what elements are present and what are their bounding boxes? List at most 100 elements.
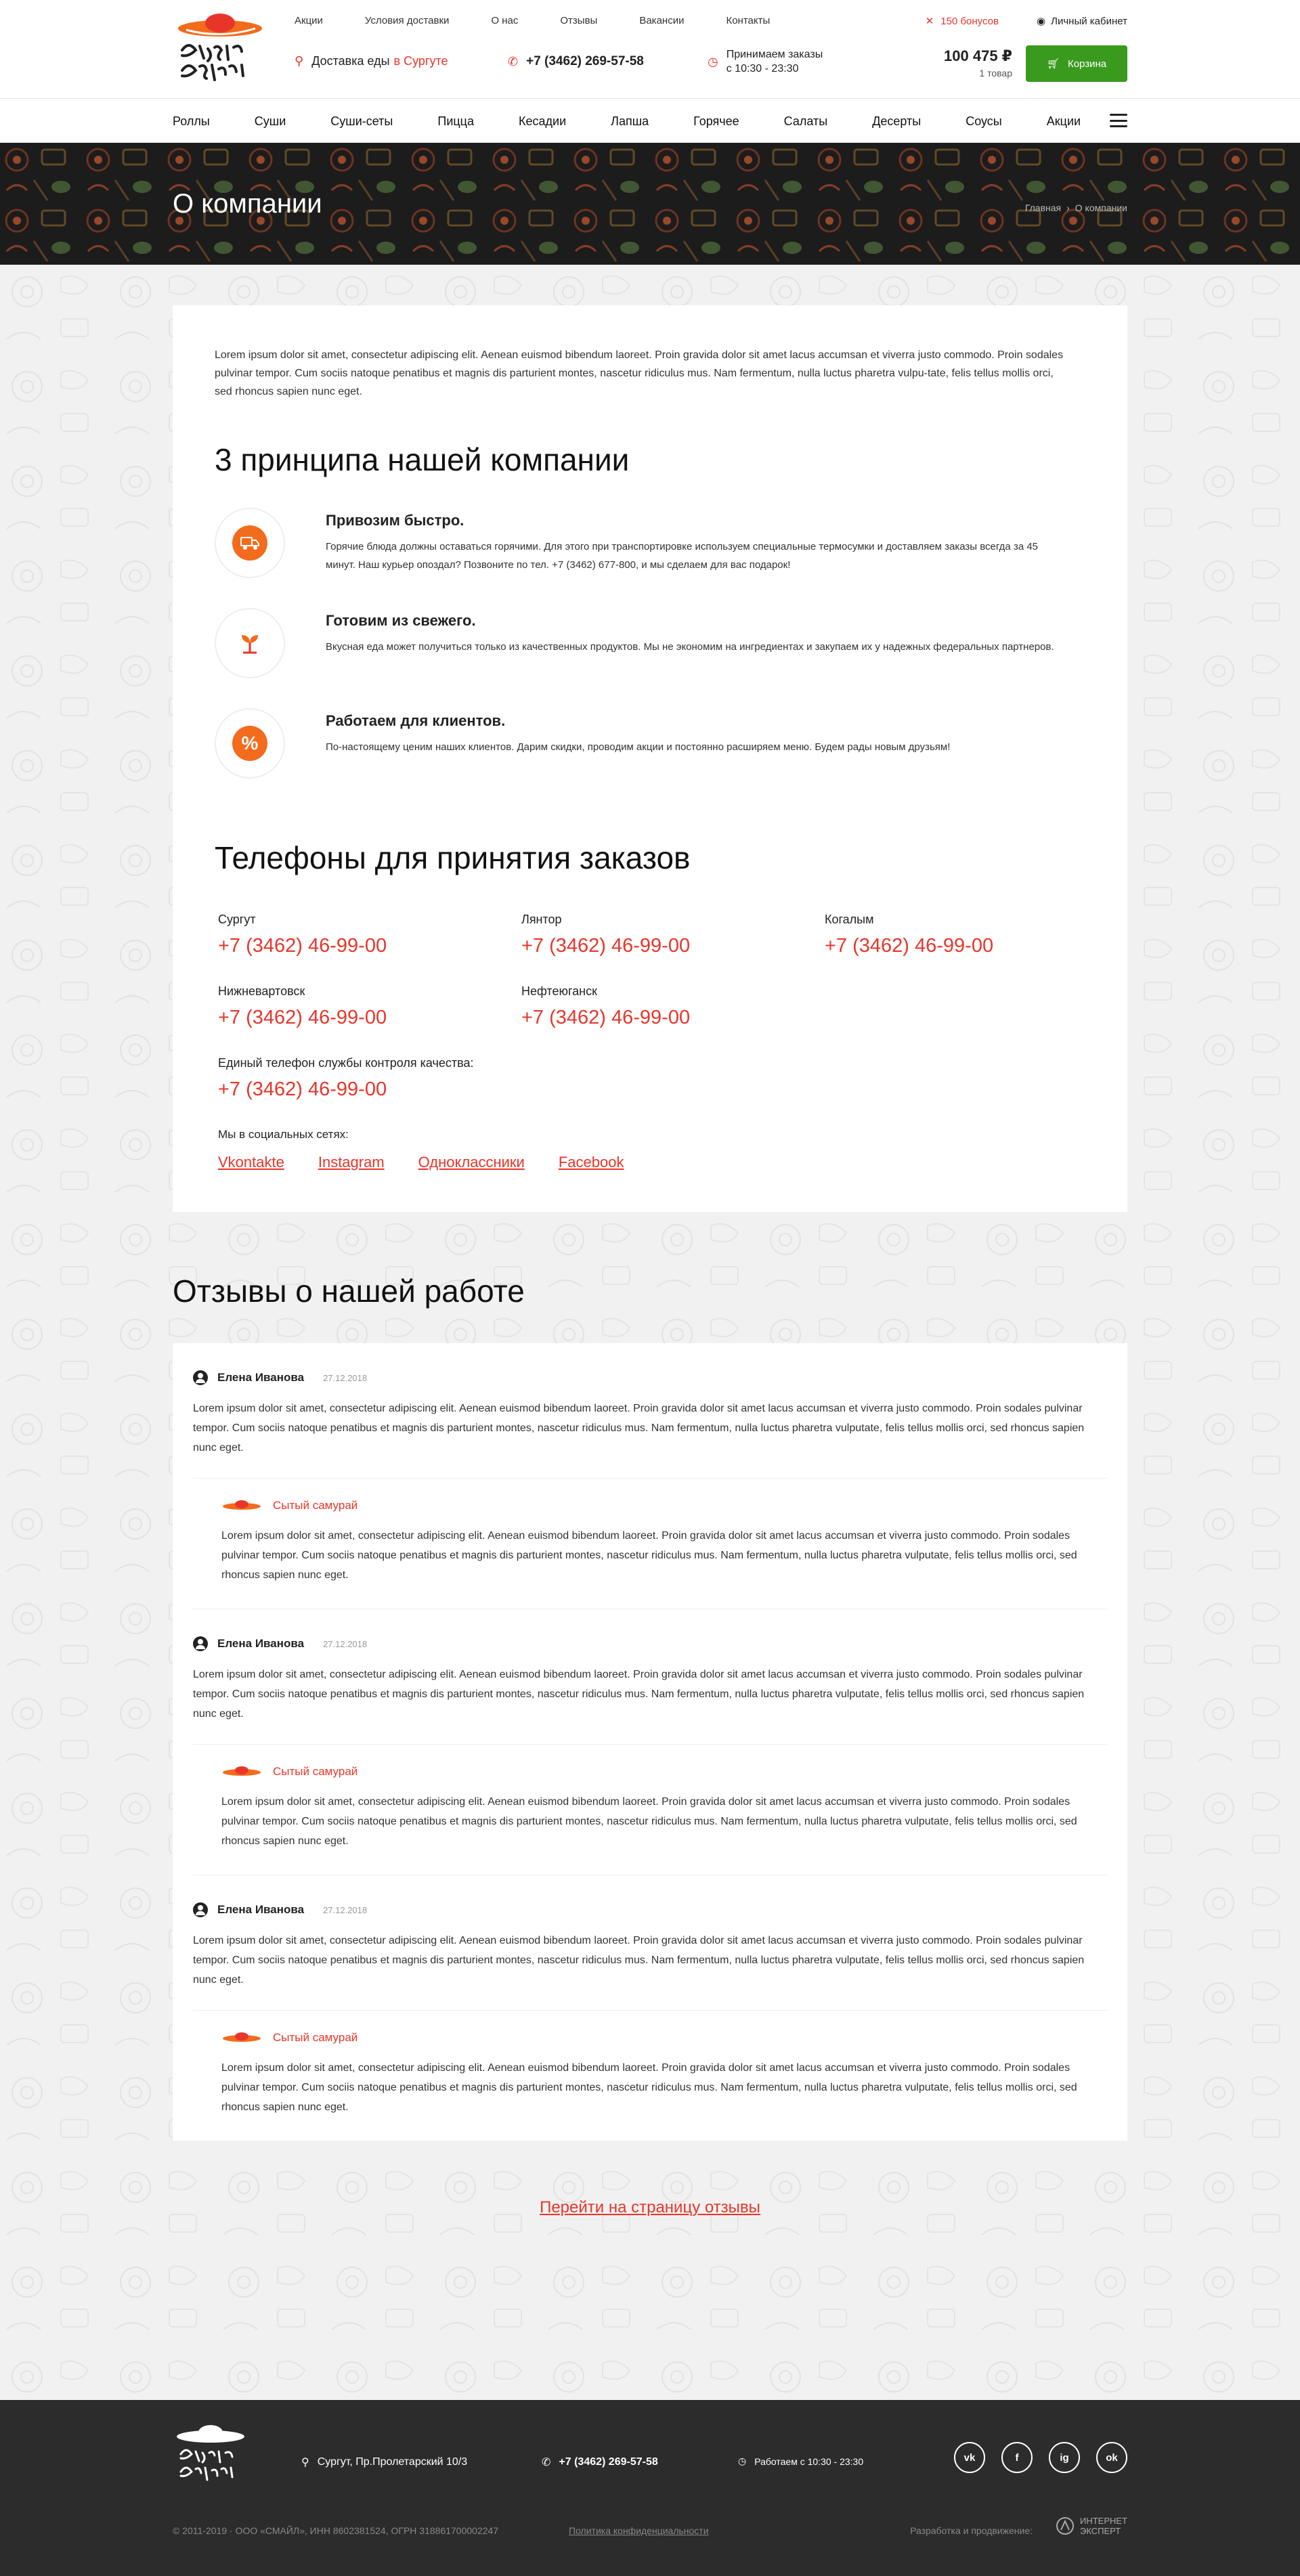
avatar-icon bbox=[193, 1902, 208, 1917]
phone-number[interactable]: +7 (3462) 46-99-00 bbox=[521, 1007, 825, 1029]
delivery-city-selector[interactable]: ⚲ Доставка еды в Сургуте bbox=[295, 54, 448, 68]
phone-entry: Когалым +7 (3462) 46-99-00 bbox=[825, 913, 1128, 957]
page-title: О компании bbox=[173, 189, 322, 219]
header-phone[interactable]: ✆ +7 (3462) 269-57-58 bbox=[508, 54, 644, 69]
principle-icon-frame: % bbox=[215, 708, 285, 779]
review-answer: Сытый самурай Lorem ipsum dolor sit amet… bbox=[193, 1478, 1107, 1585]
top-link-reviews[interactable]: Отзывы bbox=[560, 15, 597, 26]
avatar-icon bbox=[193, 1636, 208, 1651]
social-link-facebook[interactable]: Facebook bbox=[559, 1154, 624, 1171]
phone-number[interactable]: +7 (3462) 46-99-00 bbox=[218, 935, 521, 957]
answer-text: Lorem ipsum dolor sit amet, consectetur … bbox=[221, 2062, 1077, 2113]
principles-title: 3 принципа нашей компании bbox=[215, 442, 630, 477]
menu-item-quesadilla[interactable]: Кесадии bbox=[519, 114, 566, 129]
top-link-contacts[interactable]: Контакты bbox=[726, 15, 770, 26]
answer-text: Lorem ipsum dolor sit amet, consectetur … bbox=[221, 1530, 1077, 1581]
developer-name-2: ЭКСПЕРТ bbox=[1079, 2526, 1121, 2536]
brand-mini-logo-icon bbox=[223, 1766, 261, 1776]
bonus-link[interactable]: ✕ 150 бонусов bbox=[925, 15, 999, 28]
developer-link[interactable]: ИНТЕРНЕТ ЭКСПЕРТ bbox=[1056, 2516, 1127, 2536]
principle-text: По-настоящему ценим наших клиентов. Дари… bbox=[326, 741, 951, 753]
phone-number[interactable]: +7 (3462) 46-99-00 bbox=[521, 935, 825, 957]
header-phone-number[interactable]: +7 (3462) 269-57-58 bbox=[526, 54, 644, 69]
cabinet-link[interactable]: ◉ Личный кабинет bbox=[1037, 15, 1127, 28]
phones-title: Телефоны для принятия заказов bbox=[215, 840, 691, 875]
cart-total: 100 475 ₽ bbox=[944, 47, 1012, 64]
top-link-promo[interactable]: Акции bbox=[295, 15, 323, 26]
review-author: Елена Иванова bbox=[217, 1903, 305, 1916]
menu-item-sauces[interactable]: Соусы bbox=[966, 114, 1002, 129]
user-icon: ◉ bbox=[1037, 16, 1046, 27]
breadcrumb: Главная › О компании bbox=[1025, 202, 1127, 213]
menu-item-noodles[interactable]: Лапша bbox=[611, 114, 649, 129]
more-reviews: Перейти на страницу отзывы bbox=[0, 2198, 1300, 2334]
phone-entry: Нефтеюганск +7 (3462) 46-99-00 bbox=[521, 984, 825, 1029]
menu-item-pizza[interactable]: Пицца bbox=[437, 114, 474, 129]
phones-grid: Сургут +7 (3462) 46-99-00 Лянтор +7 (346… bbox=[215, 913, 1085, 1029]
social-link-odnoklassniki[interactable]: Одноклассники bbox=[418, 1154, 525, 1171]
phone-entry: Сургут +7 (3462) 46-99-00 bbox=[218, 913, 521, 957]
review-text: Lorem ipsum dolor sit amet, consectetur … bbox=[193, 1935, 1085, 1986]
principle-text: Горячие блюда должны оставаться горячими… bbox=[326, 541, 1039, 571]
clock-icon: ◷ bbox=[708, 54, 718, 68]
menu-item-sushi-sets[interactable]: Суши-сеты bbox=[330, 114, 393, 129]
review-answer: Сытый самурай Lorem ipsum dolor sit amet… bbox=[193, 2010, 1107, 2117]
vk-icon[interactable]: vk bbox=[954, 2442, 985, 2473]
quality-label: Единый телефон службы контроля качества: bbox=[218, 1056, 474, 1070]
menu-item-rolls[interactable]: Роллы bbox=[173, 114, 210, 129]
hours-line-2: с 10:30 - 23:30 bbox=[726, 63, 799, 74]
footer-phone[interactable]: ✆ +7 (3462) 269-57-58 bbox=[542, 2455, 658, 2469]
phone-city: Нижневартовск bbox=[218, 984, 305, 998]
cart-icon: 🛒︎ bbox=[1046, 58, 1060, 70]
delivery-truck-icon bbox=[232, 525, 267, 561]
phone-city: Нефтеюганск bbox=[521, 984, 597, 998]
percent-icon: % bbox=[232, 726, 267, 761]
menu-burger-icon[interactable] bbox=[1110, 114, 1127, 127]
top-link-vacancies[interactable]: Вакансии bbox=[639, 15, 684, 26]
review-date: 27.12.2018 bbox=[323, 1904, 368, 1915]
principle-title: Привозим быстро. bbox=[326, 512, 464, 529]
menu-item-desserts[interactable]: Десерты bbox=[872, 114, 921, 129]
category-menu: Роллы Суши Суши-сеты Пицца Кесадии Лапша… bbox=[0, 98, 1300, 143]
phone-number[interactable]: +7 (3462) 46-99-00 bbox=[218, 1007, 521, 1029]
menu-item-hot[interactable]: Горячее bbox=[693, 114, 739, 129]
avatar-icon bbox=[193, 1370, 208, 1385]
clock-icon: ◷ bbox=[738, 2455, 747, 2466]
privacy-policy-link[interactable]: Политика конфиденциальности bbox=[569, 2525, 709, 2536]
more-reviews-link[interactable]: Перейти на страницу отзывы bbox=[540, 2198, 760, 2217]
quality-phone[interactable]: +7 (3462) 46-99-00 bbox=[218, 1078, 1085, 1101]
delivery-city[interactable]: в Сургуте bbox=[394, 54, 448, 68]
social-link-instagram[interactable]: Instagram bbox=[318, 1154, 385, 1171]
review-date: 27.12.2018 bbox=[323, 1372, 368, 1383]
brand-logo[interactable] bbox=[173, 8, 264, 88]
phone-number[interactable]: +7 (3462) 46-99-00 bbox=[825, 935, 1128, 957]
menu-item-promo[interactable]: Акции bbox=[1047, 114, 1081, 129]
brand-mini-logo-icon bbox=[223, 1500, 261, 1510]
review-item: Елена Иванова 27.12.2018 Lorem ipsum dol… bbox=[193, 1609, 1107, 1875]
footer-phone-number[interactable]: +7 (3462) 269-57-58 bbox=[559, 2456, 657, 2468]
phone-entry: Нижневартовск +7 (3462) 46-99-00 bbox=[218, 984, 521, 1029]
cart-button[interactable]: 🛒︎ Корзина bbox=[1026, 45, 1127, 82]
facebook-icon[interactable]: f bbox=[1001, 2442, 1033, 2473]
developer-logo-icon bbox=[1056, 2517, 1074, 2535]
breadcrumb-home[interactable]: Главная bbox=[1025, 202, 1061, 213]
gift-icon: ✕ bbox=[925, 16, 934, 27]
menu-item-sushi[interactable]: Суши bbox=[255, 114, 286, 129]
social-link-vkontakte[interactable]: Vkontakte bbox=[218, 1154, 284, 1171]
menu-item-salads[interactable]: Салаты bbox=[784, 114, 828, 129]
review-item: Елена Иванова 27.12.2018 Lorem ipsum dol… bbox=[193, 1343, 1107, 1609]
top-link-about[interactable]: О нас bbox=[491, 15, 518, 26]
odnoklassniki-icon[interactable]: ok bbox=[1096, 2442, 1127, 2473]
phone-city: Сургут bbox=[218, 913, 256, 926]
hours-line-1: Принимаем заказы bbox=[726, 49, 823, 60]
cart-summary[interactable]: 100 475 ₽ 1 товар bbox=[944, 47, 1012, 79]
principle-item: Привозим быстро. Горячие блюда должны ос… bbox=[215, 508, 1085, 578]
reviews-list: Елена Иванова 27.12.2018 Lorem ipsum dol… bbox=[173, 1343, 1127, 2141]
instagram-icon[interactable]: ig bbox=[1049, 2442, 1080, 2473]
answer-text: Lorem ipsum dolor sit amet, consectetur … bbox=[221, 1796, 1077, 1847]
top-link-delivery[interactable]: Условия доставки bbox=[365, 15, 449, 26]
footer-logo[interactable] bbox=[173, 2420, 247, 2488]
reviews-title: Отзывы о нашей работе bbox=[173, 1273, 525, 1309]
review-date: 27.12.2018 bbox=[323, 1638, 368, 1649]
review-text: Lorem ipsum dolor sit amet, consectetur … bbox=[193, 1669, 1085, 1720]
